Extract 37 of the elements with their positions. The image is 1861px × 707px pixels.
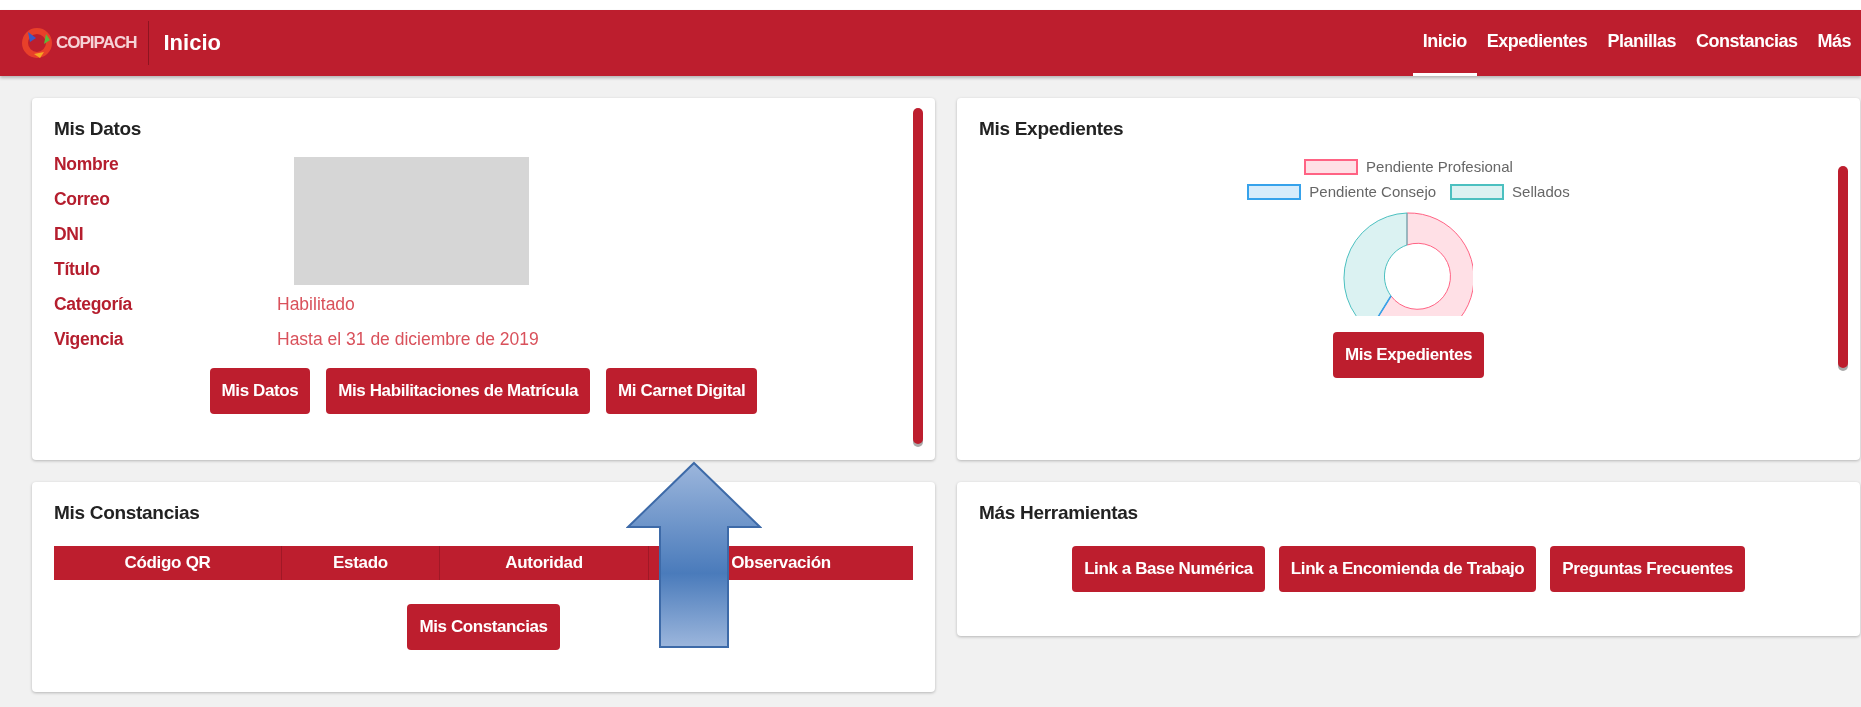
scrollbar[interactable] <box>1838 166 1848 368</box>
action-button[interactable]: Link a Base Numérica <box>1072 546 1265 592</box>
nav-link[interactable]: Más <box>1807 10 1861 76</box>
nav-link[interactable]: Planillas <box>1597 10 1686 76</box>
action-button[interactable]: Mis Habilitaciones de Matrícula <box>326 368 591 414</box>
field-value: Hasta el 31 de diciembre de 2019 <box>277 329 539 350</box>
column-header: Autoridad <box>440 546 649 580</box>
legend-label: Pendiente Profesional <box>1366 158 1513 175</box>
field-label: Título <box>54 259 100 280</box>
action-button[interactable]: Mis Constancias <box>407 604 560 650</box>
field-label: Vigencia <box>54 329 124 350</box>
action-button[interactable]: Mi Carnet Digital <box>606 368 758 414</box>
page-title: Inicio <box>163 30 221 56</box>
action-button[interactable]: Mis Datos <box>209 368 311 414</box>
legend-label: Sellados <box>1512 183 1570 200</box>
field-value: Habilitado <box>277 294 355 315</box>
column-header: Estado <box>282 546 440 580</box>
action-button[interactable]: Link a Encomienda de Trabajo <box>1278 546 1537 592</box>
card-title: Mis Expedientes <box>979 118 1125 140</box>
card-title: Mis Datos <box>54 118 143 140</box>
field-label: Nombre <box>54 154 119 175</box>
action-button[interactable]: Preguntas Frecuentes <box>1550 546 1745 592</box>
scrollbar[interactable] <box>913 108 923 444</box>
field-label: Correo <box>54 189 110 210</box>
card-title: Mis Constancias <box>54 502 201 524</box>
nav-link[interactable]: Constancias <box>1685 10 1808 76</box>
legend-label: Pendiente Consejo <box>1309 183 1437 200</box>
logo-icon <box>20 26 54 60</box>
column-header: Código QR <box>54 546 282 580</box>
card-title: Más Herramientas <box>979 502 1139 524</box>
column-header: Observación <box>730 552 832 574</box>
logo-text: COPIPACH <box>56 33 137 53</box>
field-label: DNI <box>54 224 84 245</box>
field-label: Categoría <box>54 294 132 315</box>
action-button[interactable]: Mis Expedientes <box>1332 332 1485 378</box>
nav-link[interactable]: Expedientes <box>1476 10 1598 76</box>
nav-link[interactable]: Inicio <box>1412 10 1477 76</box>
